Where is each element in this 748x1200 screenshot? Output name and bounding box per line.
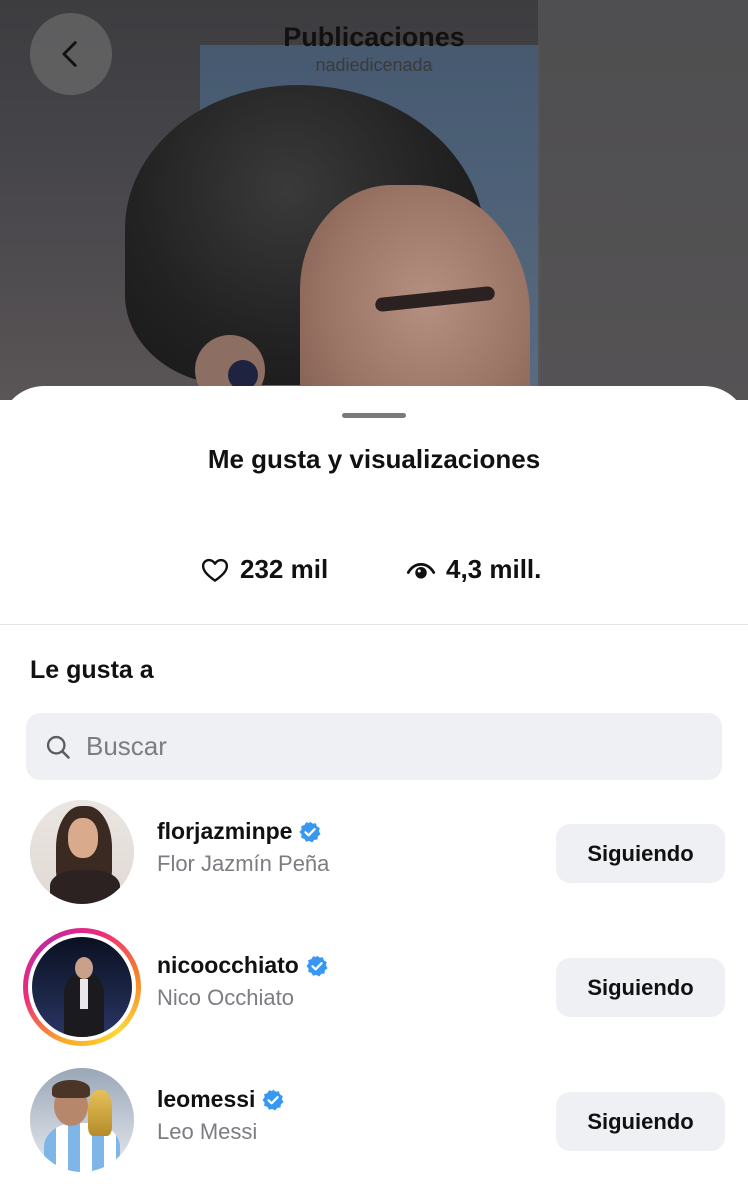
avatar-story-ring[interactable]	[23, 928, 141, 1046]
sheet-grabber[interactable]	[342, 413, 406, 418]
likers-list: florjazminpe Flor Jazmín Peña Siguiendo	[0, 794, 748, 1196]
likes-stat: 232 mil	[200, 554, 328, 585]
sheet-title: Me gusta y visualizaciones	[207, 444, 541, 474]
full-name: Nico Occhiato	[157, 985, 294, 1010]
stats-row: 232 mil 4,3 mill.	[0, 554, 748, 594]
verified-badge-icon	[262, 1089, 284, 1110]
username[interactable]: florjazminpe	[157, 818, 292, 845]
avatar[interactable]	[30, 1068, 134, 1172]
user-names: leomessi Leo Messi	[157, 1086, 285, 1145]
top-bar: Publicaciones nadiedicenada	[0, 0, 748, 100]
avatar	[28, 933, 136, 1041]
user-names: florjazminpe Flor Jazmín Peña	[157, 818, 329, 877]
username[interactable]: leomessi	[157, 1086, 255, 1113]
user-names: nicoocchiato Nico Occhiato	[157, 952, 329, 1011]
heart-icon	[201, 558, 229, 582]
following-button[interactable]: Siguiendo	[556, 1092, 725, 1151]
page-subtitle: nadiedicenada	[315, 55, 433, 75]
eye-icon	[406, 562, 436, 578]
search-bar[interactable]	[26, 713, 722, 780]
section-title: Le gusta a	[30, 656, 154, 684]
full-name: Flor Jazmín Peña	[157, 851, 330, 876]
full-name: Leo Messi	[157, 1119, 258, 1144]
list-item[interactable]: leomessi Leo Messi Siguiendo	[0, 1062, 748, 1196]
username[interactable]: nicoocchiato	[157, 952, 299, 979]
list-item[interactable]: nicoocchiato Nico Occhiato Siguiendo	[0, 928, 748, 1062]
views-stat: 4,3 mill.	[406, 554, 541, 585]
search-input[interactable]	[86, 731, 686, 762]
page-title: Publicaciones	[283, 22, 465, 52]
list-item[interactable]: florjazminpe Flor Jazmín Peña Siguiendo	[0, 794, 748, 928]
following-button[interactable]: Siguiendo	[556, 958, 725, 1017]
search-icon	[46, 735, 70, 759]
verified-badge-icon	[306, 955, 328, 976]
avatar[interactable]	[30, 800, 134, 904]
likes-count: 232 mil	[240, 554, 329, 584]
divider	[0, 624, 748, 625]
verified-badge-icon	[299, 821, 321, 842]
header-titles: Publicaciones nadiedicenada	[0, 22, 748, 76]
following-button[interactable]: Siguiendo	[556, 824, 725, 883]
likes-and-views-sheet: Me gusta y visualizaciones 232 mil 4,3 m…	[0, 386, 748, 1200]
views-count: 4,3 mill.	[446, 554, 542, 584]
